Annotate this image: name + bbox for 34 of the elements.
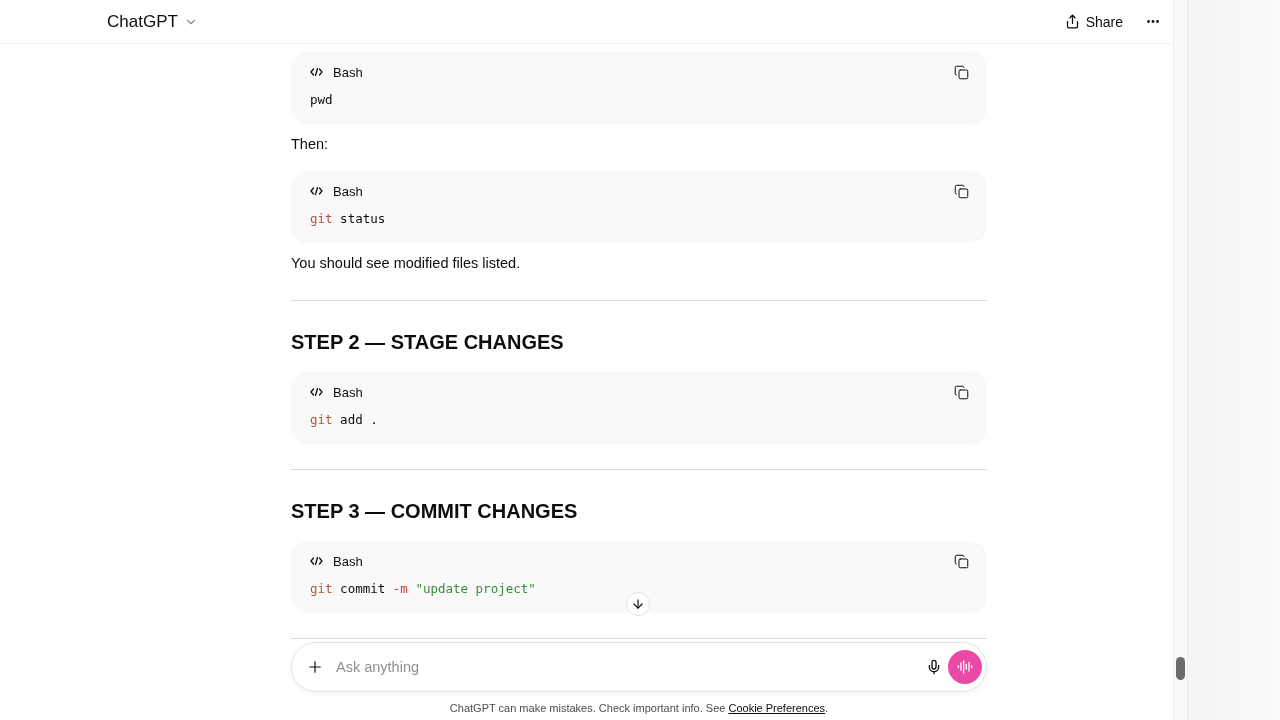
waveform-icon xyxy=(957,659,973,675)
copy-icon[interactable] xyxy=(954,183,969,199)
model-selector[interactable]: ChatGPT xyxy=(107,11,198,32)
paragraph: You should see modified files listed. xyxy=(291,254,522,273)
more-icon xyxy=(1147,20,1159,23)
code-line: pwd xyxy=(310,92,334,107)
copy-icon[interactable] xyxy=(954,384,969,400)
copy-icon[interactable] xyxy=(954,553,969,569)
code-language: Bash xyxy=(333,64,363,80)
code-language: Bash xyxy=(333,183,363,199)
message-input[interactable]: Ask anything xyxy=(334,658,926,676)
copy-icon[interactable] xyxy=(954,64,969,80)
scrollbar[interactable] xyxy=(1173,0,1188,720)
code-icon xyxy=(310,387,323,397)
paragraph: Then: xyxy=(291,135,330,154)
code-language: Bash xyxy=(333,384,363,400)
share-icon xyxy=(1064,14,1080,29)
arrow-down-icon xyxy=(631,597,645,611)
section-heading: STEP 3 — COMMIT CHANGES xyxy=(291,499,579,524)
message-field[interactable]: Ask anything xyxy=(291,642,987,692)
add-icon[interactable] xyxy=(306,658,324,676)
code-icon xyxy=(310,67,323,77)
code-line: git add . xyxy=(310,412,379,427)
code-language: Bash xyxy=(333,553,363,569)
microphone-icon[interactable] xyxy=(926,659,942,675)
disclaimer: ChatGPT can make mistakes. Check important info. See Cookie Preferences. xyxy=(449,702,829,714)
code-icon xyxy=(310,186,323,196)
share-button[interactable]: Share xyxy=(1058,9,1129,34)
code-line: git status xyxy=(310,211,387,226)
voice-button[interactable] xyxy=(948,650,982,684)
scrollbar-thumb[interactable] xyxy=(1176,657,1185,680)
section-heading: STEP 2 — STAGE CHANGES xyxy=(291,330,565,355)
code-line: git commit -m "update project" xyxy=(310,581,537,596)
code-icon xyxy=(310,556,323,566)
